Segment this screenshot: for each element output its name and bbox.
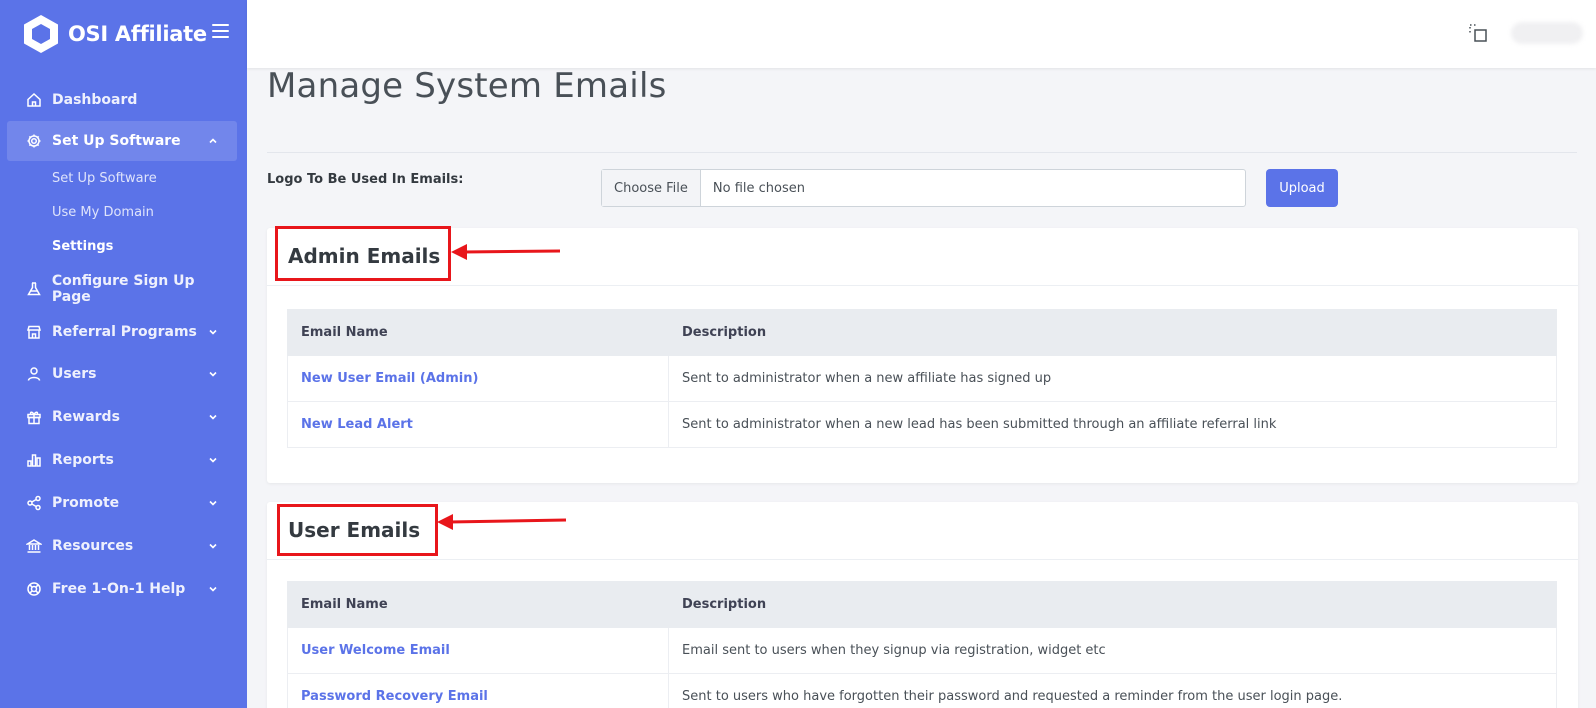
sidebar-item-label: Referral Programs bbox=[52, 324, 197, 340]
sidebar-item-label: Configure Sign Up Page bbox=[51, 273, 195, 305]
sidebar-item-label: Free 1-On-1 Help bbox=[52, 581, 186, 597]
sidebar: OSI Affiliate Dashboard Set Up Software … bbox=[0, 0, 247, 708]
chevron-down-icon bbox=[209, 414, 217, 420]
gift-icon bbox=[25, 408, 43, 426]
menu-toggle-icon[interactable] bbox=[212, 24, 229, 38]
table-row: New User Email (Admin) Sent to administr… bbox=[287, 355, 1557, 402]
sidebar-item-label: Dashboard bbox=[52, 92, 138, 108]
email-link-password-recovery-email[interactable]: Password Recovery Email bbox=[301, 689, 488, 704]
sidebar-item-label: Promote bbox=[52, 495, 120, 511]
sidebar-item-label: Reports bbox=[52, 452, 114, 468]
chevron-up-icon bbox=[209, 138, 217, 144]
table-row: Password Recovery Email Sent to users wh… bbox=[287, 673, 1557, 708]
bar-chart-icon bbox=[25, 451, 43, 469]
flask-icon bbox=[25, 280, 43, 298]
user-emails-table: Email Name Description User Welcome Emai… bbox=[287, 581, 1557, 708]
chevron-down-icon bbox=[209, 371, 217, 377]
chevron-down-icon bbox=[209, 457, 217, 463]
email-description: Sent to users who have forgotten their p… bbox=[668, 673, 1557, 708]
annotation-highlight-box bbox=[275, 226, 451, 281]
sidebar-item-configure-sign-up-page[interactable]: Configure Sign Up Page bbox=[7, 269, 237, 309]
email-description: Email sent to users when they signup via… bbox=[668, 627, 1557, 674]
home-icon bbox=[25, 91, 43, 109]
sidebar-item-label: Set Up Software bbox=[52, 133, 181, 149]
brand-logo-icon bbox=[24, 15, 58, 53]
page-title: Manage System Emails bbox=[267, 66, 667, 106]
share-icon bbox=[25, 494, 43, 512]
annotation-arrow-icon bbox=[437, 514, 567, 530]
choose-file-button[interactable]: Choose File bbox=[602, 170, 701, 206]
annotation-arrow-icon bbox=[451, 244, 561, 260]
table-row: New Lead Alert Sent to administrator whe… bbox=[287, 401, 1557, 448]
bank-icon bbox=[25, 537, 43, 555]
divider bbox=[267, 152, 1577, 153]
sidebar-subitem-set-up-software[interactable]: Set Up Software bbox=[52, 171, 157, 186]
store-icon bbox=[25, 323, 43, 341]
sidebar-item-promote[interactable]: Promote bbox=[7, 483, 237, 523]
email-description: Sent to administrator when a new affilia… bbox=[668, 355, 1557, 402]
topbar bbox=[247, 0, 1596, 68]
chevron-down-icon bbox=[209, 500, 217, 506]
chevron-down-icon bbox=[209, 329, 217, 335]
table-row: User Welcome Email Email sent to users w… bbox=[287, 627, 1557, 674]
sidebar-subitem-settings[interactable]: Settings bbox=[52, 239, 113, 254]
annotation-highlight-box bbox=[277, 504, 438, 556]
sidebar-item-set-up-software[interactable]: Set Up Software bbox=[7, 121, 237, 161]
sidebar-subitem-use-my-domain[interactable]: Use My Domain bbox=[52, 205, 154, 220]
email-description: Sent to administrator when a new lead ha… bbox=[668, 401, 1557, 448]
email-link-new-user-email-admin[interactable]: New User Email (Admin) bbox=[301, 371, 478, 386]
chevron-down-icon bbox=[209, 586, 217, 592]
column-header: Description bbox=[668, 309, 1557, 356]
brand-name: OSI Affiliate bbox=[68, 22, 207, 46]
user-icon bbox=[25, 365, 43, 383]
email-link-user-welcome-email[interactable]: User Welcome Email bbox=[301, 643, 450, 658]
column-header: Email Name bbox=[287, 581, 669, 628]
sidebar-item-resources[interactable]: Resources bbox=[7, 526, 237, 566]
sidebar-item-label: Users bbox=[52, 366, 97, 382]
fullscreen-icon[interactable] bbox=[1467, 22, 1489, 44]
file-name-text: No file chosen bbox=[712, 180, 805, 196]
upload-button[interactable]: Upload bbox=[1266, 169, 1338, 207]
table-header-row: Email Name Description bbox=[287, 309, 1557, 356]
table-header-row: Email Name Description bbox=[287, 581, 1557, 628]
logo-file-input[interactable]: Choose File No file chosen bbox=[601, 169, 1246, 207]
gear-icon bbox=[25, 132, 43, 150]
sidebar-item-reports[interactable]: Reports bbox=[7, 440, 237, 480]
column-header: Email Name bbox=[287, 309, 669, 356]
user-avatar[interactable] bbox=[1511, 22, 1583, 44]
logo-label: Logo To Be Used In Emails: bbox=[267, 172, 464, 187]
sidebar-item-users[interactable]: Users bbox=[7, 354, 237, 394]
brand[interactable]: OSI Affiliate bbox=[22, 14, 207, 54]
lifebuoy-icon bbox=[25, 580, 43, 598]
admin-emails-card: Admin Emails Email Name Description New … bbox=[267, 228, 1578, 483]
sidebar-item-label: Rewards bbox=[52, 409, 120, 425]
column-header: Description bbox=[668, 581, 1557, 628]
admin-emails-table: Email Name Description New User Email (A… bbox=[287, 309, 1557, 448]
sidebar-item-dashboard[interactable]: Dashboard bbox=[7, 80, 237, 120]
sidebar-item-label: Resources bbox=[52, 538, 134, 554]
email-link-new-lead-alert[interactable]: New Lead Alert bbox=[301, 417, 413, 432]
sidebar-item-rewards[interactable]: Rewards bbox=[7, 397, 237, 437]
sidebar-item-referral-programs[interactable]: Referral Programs bbox=[7, 312, 237, 352]
chevron-down-icon bbox=[209, 543, 217, 549]
sidebar-item-free-help[interactable]: Free 1-On-1 Help bbox=[7, 569, 237, 609]
